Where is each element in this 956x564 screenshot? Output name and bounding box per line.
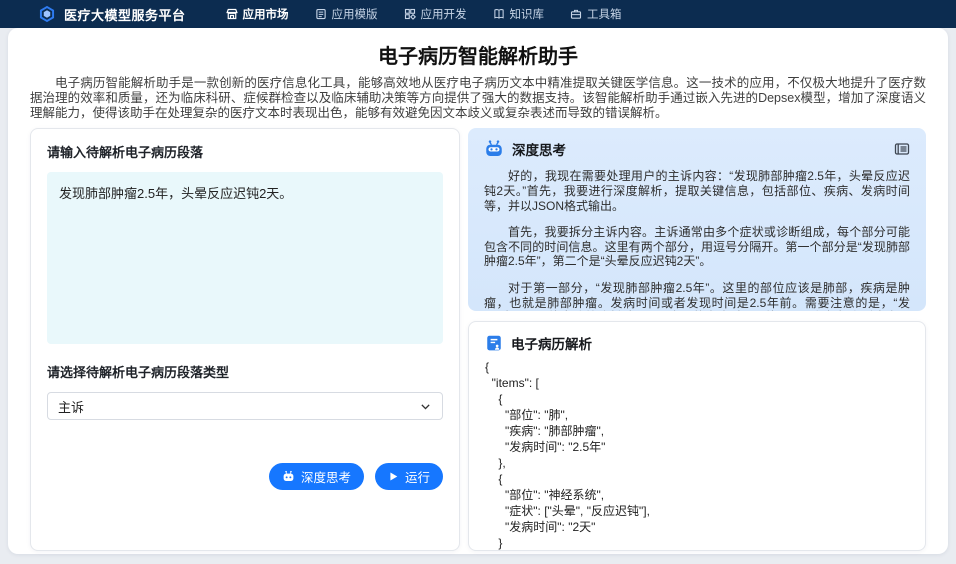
play-icon bbox=[390, 472, 398, 481]
app-template-icon bbox=[315, 8, 326, 20]
paragraph-type-value: 主诉 bbox=[58, 399, 85, 415]
chevron-down-icon bbox=[421, 404, 430, 410]
nav-item-toolbox[interactable]: 工具箱 bbox=[570, 6, 622, 22]
run-button[interactable]: 运行 bbox=[374, 463, 443, 491]
app-market-icon bbox=[225, 8, 238, 20]
nav-items: 应用市场 应用模版 应用开发 知识库 工具箱 bbox=[225, 6, 622, 22]
deep-think-button[interactable]: 深度思考 bbox=[268, 463, 364, 491]
result-column: 深度思考 好的，我现在需要处理用户的主诉内容：“发现肺部肿瘤2.5年，头晕反应迟… bbox=[468, 128, 926, 552]
collapse-outline-icon[interactable] bbox=[894, 141, 910, 157]
paragraph-type-select[interactable]: 主诉 bbox=[47, 392, 443, 421]
brand-title: 医疗大模型服务平台 bbox=[64, 7, 186, 23]
input-panel: 请输入待解析电子病历段落 发现肺部肿瘤2.5年，头晕反应迟钝2天。 请选择待解析… bbox=[30, 128, 460, 552]
emr-document-icon bbox=[487, 335, 501, 351]
select-label: 请选择待解析电子病历段落类型 bbox=[47, 365, 230, 381]
textarea-label: 请输入待解析电子病历段落 bbox=[47, 145, 204, 161]
nav-item-app-market[interactable]: 应用市场 bbox=[225, 6, 289, 22]
think-paragraph: 首先，我要拆分主诉内容。主诉通常由多个症状或诊断组成，每个部分可能包含不同的时间… bbox=[484, 225, 910, 269]
action-buttons: 深度思考 运行 bbox=[47, 463, 443, 491]
page-description: 电子病历智能解析助手是一款创新的医疗信息化工具，能够高效地从医疗电子病历文本中精… bbox=[30, 76, 926, 120]
think-paragraph: 好的，我现在需要处理用户的主诉内容：“发现肺部肿瘤2.5年，头晕反应迟钝2天。”… bbox=[484, 169, 910, 213]
parse-result-title: 电子病历解析 bbox=[511, 337, 592, 353]
content-columns: 请输入待解析电子病历段落 发现肺部肿瘤2.5年，头晕反应迟钝2天。 请选择待解析… bbox=[30, 128, 926, 552]
deep-think-title: 深度思考 bbox=[512, 143, 566, 159]
toolbox-icon bbox=[570, 9, 582, 19]
page-title: 电子病历智能解析助手 bbox=[378, 46, 578, 68]
parse-result-header: 电子病历解析 bbox=[485, 333, 909, 353]
deep-think-content: 好的，我现在需要处理用户的主诉内容：“发现肺部肿瘤2.5年，头晕反应迟钝2天。”… bbox=[484, 169, 910, 311]
knowledge-base-icon bbox=[493, 9, 504, 19]
emr-paragraph-input[interactable]: 发现肺部肿瘤2.5年，头晕反应迟钝2天。 bbox=[47, 172, 443, 345]
deep-think-panel: 深度思考 好的，我现在需要处理用户的主诉内容：“发现肺部肿瘤2.5年，头晕反应迟… bbox=[468, 128, 926, 312]
nav-item-app-develop[interactable]: 应用开发 bbox=[404, 6, 467, 22]
main-container: 电子病历智能解析助手 电子病历智能解析助手是一款创新的医疗信息化工具，能够高效地… bbox=[8, 28, 948, 554]
parse-result-json: { "items": [ { "部位": "肺", "疾病": "肺部肿瘤", … bbox=[485, 360, 650, 550]
app-develop-icon bbox=[404, 8, 416, 20]
robot-icon bbox=[283, 471, 294, 482]
deep-think-header: 深度思考 bbox=[484, 139, 910, 159]
robot-icon bbox=[486, 140, 502, 157]
top-nav: 医疗大模型服务平台 应用市场 应用模版 应用开发 知识库 工具箱 bbox=[0, 0, 956, 28]
nav-item-knowledge-base[interactable]: 知识库 bbox=[493, 6, 544, 22]
nav-item-app-template[interactable]: 应用模版 bbox=[315, 6, 378, 22]
think-paragraph: 对于第一部分，“发现肺部肿瘤2.5年”。这里的部位应该是肺部，疾病是肿瘤，也就是… bbox=[484, 281, 910, 311]
parse-result-panel: 电子病历解析 { "items": [ { "部位": "肺", "疾病": "… bbox=[468, 321, 926, 552]
platform-logo-icon bbox=[39, 5, 55, 23]
